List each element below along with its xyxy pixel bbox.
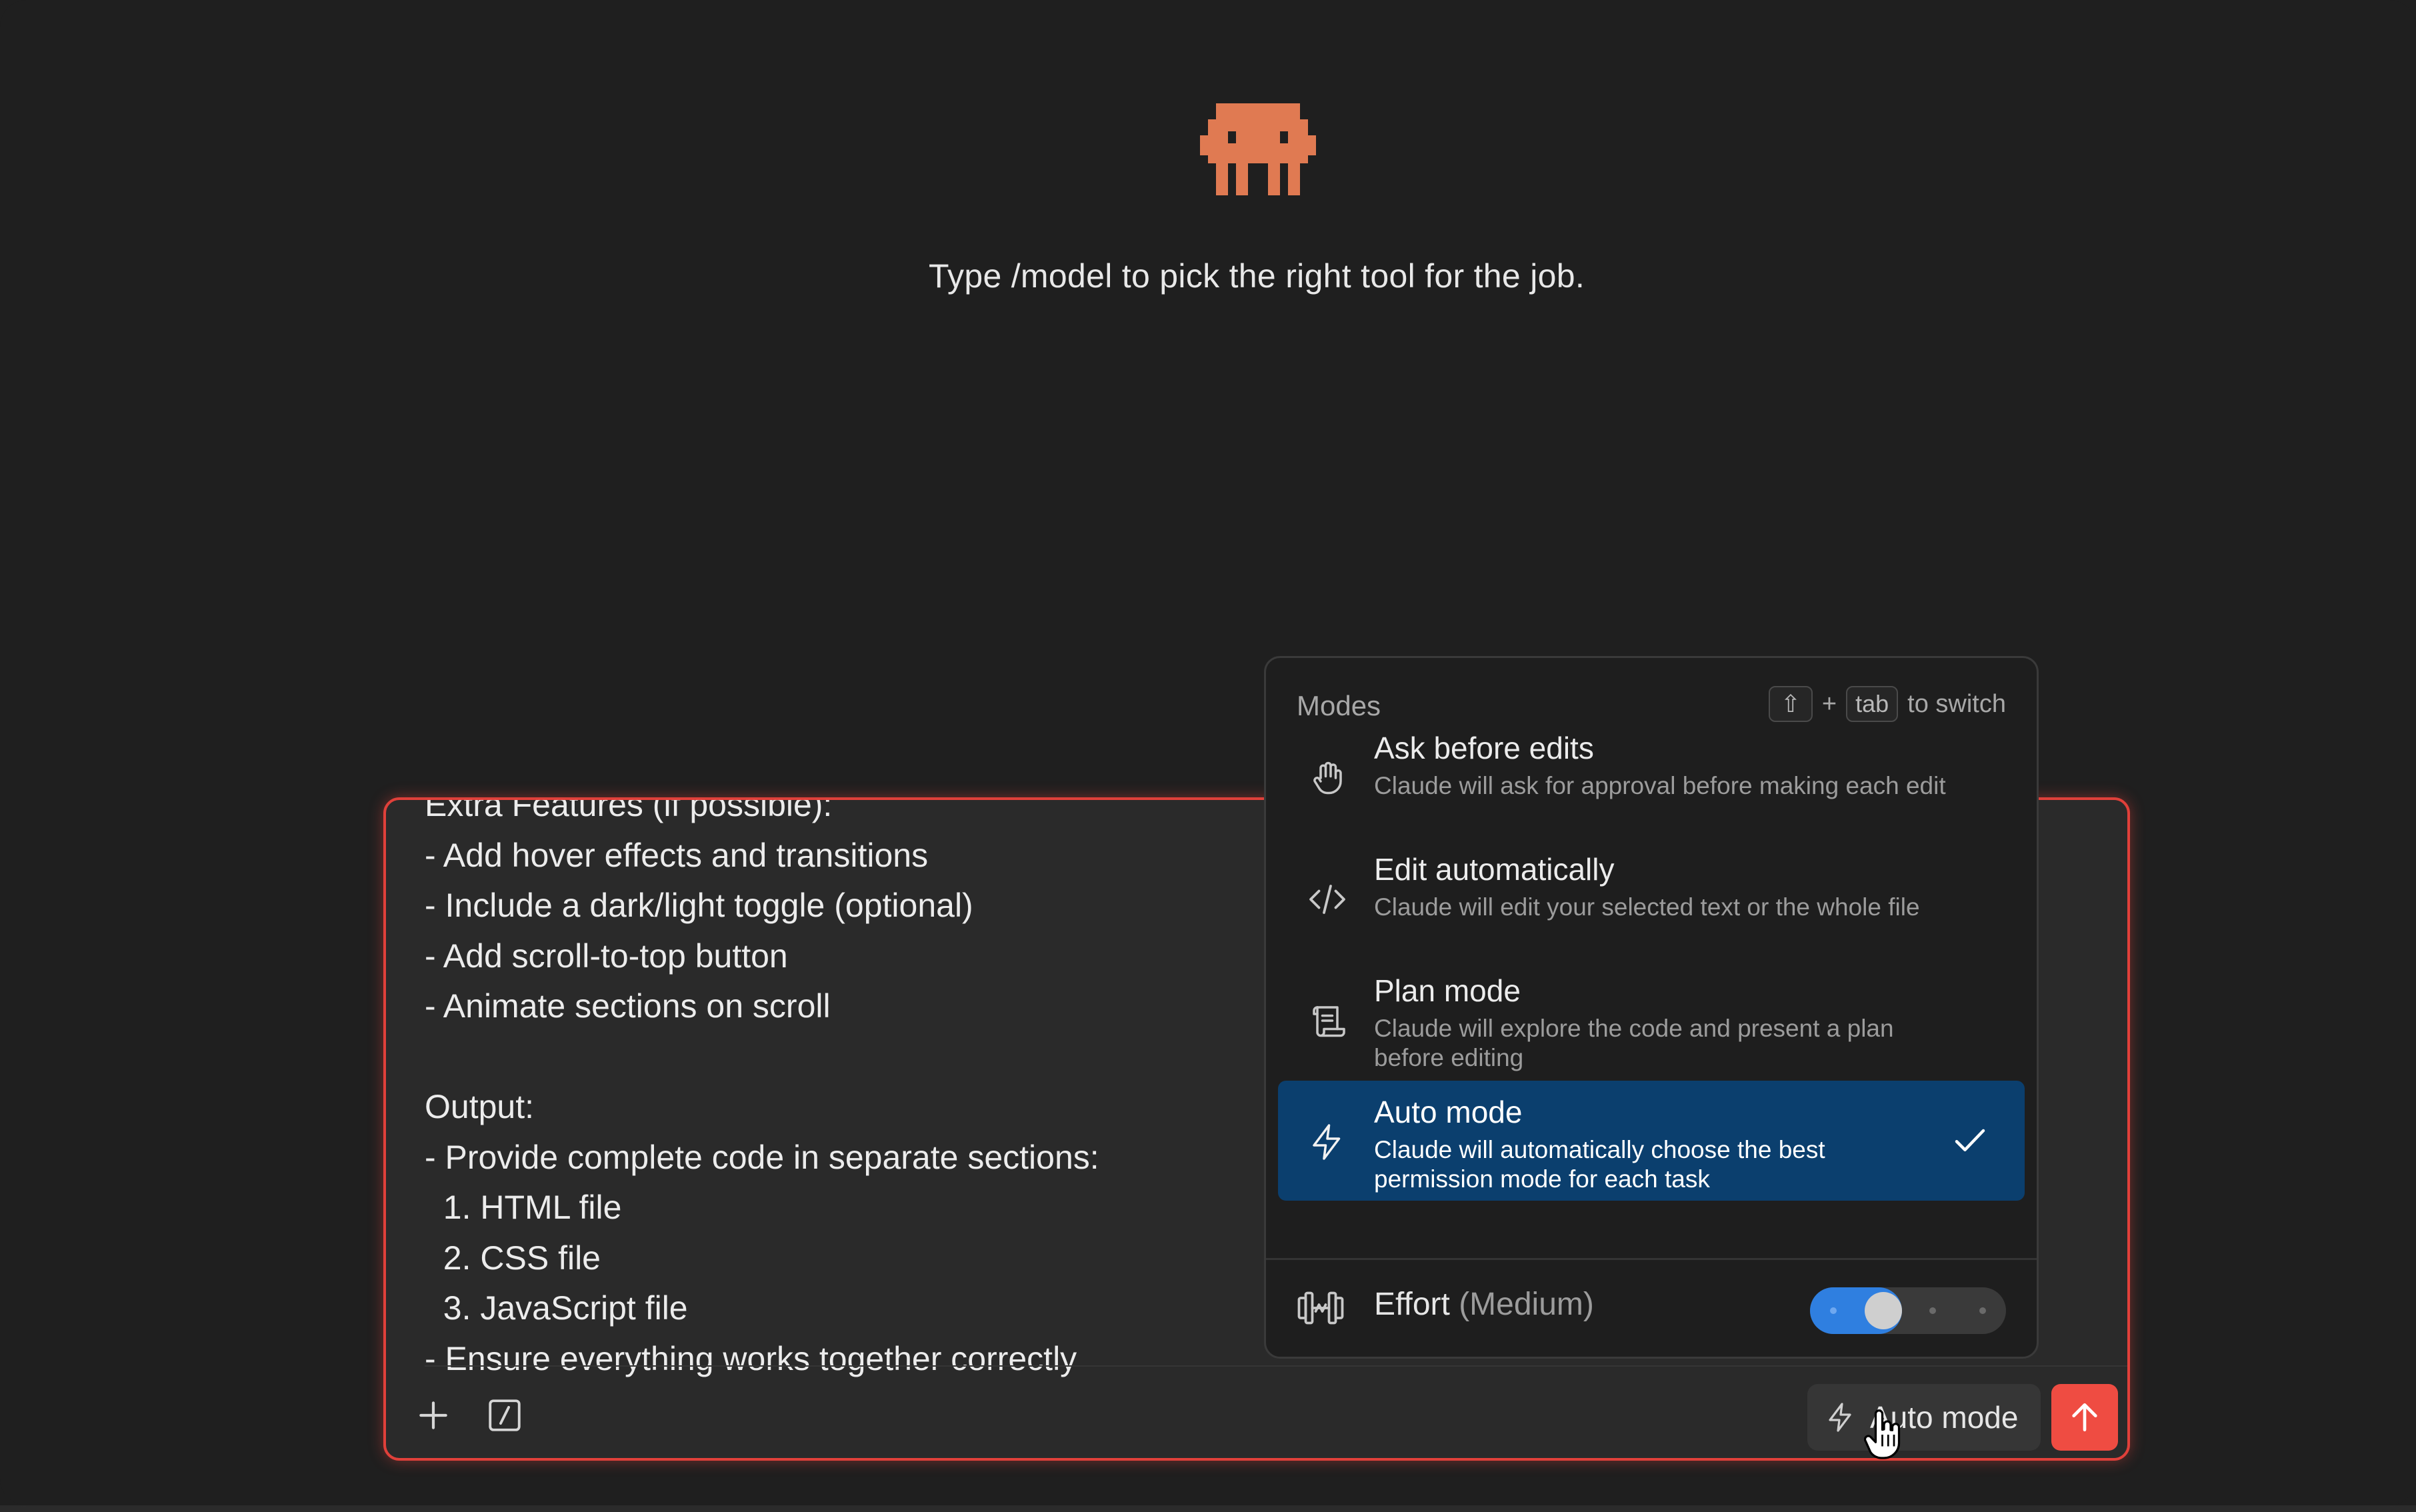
slash-command-button[interactable] xyxy=(478,1389,531,1442)
mode-description: Claude will ask for approval before maki… xyxy=(1374,772,1946,799)
modes-divider xyxy=(1266,1258,2037,1260)
effort-step-dot[interactable] xyxy=(1830,1307,1837,1314)
mode-description: Claude will automatically choose the bes… xyxy=(1374,1136,1825,1193)
code-icon xyxy=(1309,885,1345,914)
plus-icon xyxy=(419,1401,447,1429)
effort-step-dot[interactable] xyxy=(1929,1307,1937,1314)
window-bottom-edge xyxy=(0,1505,2416,1512)
add-attachment-button[interactable] xyxy=(407,1389,460,1442)
model-tip: Type /model to pick the right tool for t… xyxy=(928,257,1585,295)
effort-step-dot[interactable] xyxy=(1979,1307,1986,1314)
arrow-up-icon xyxy=(2072,1403,2097,1431)
mode-name: Plan mode xyxy=(1374,973,1521,1008)
effort-slider[interactable] xyxy=(1810,1287,2006,1334)
modes-popover: Modes ⇧ + tab to switch Ask before edits… xyxy=(1264,656,2039,1359)
dumbbell-icon xyxy=(1297,1291,1344,1325)
hint-suffix: to switch xyxy=(1907,689,2006,718)
effort-slider-knob[interactable] xyxy=(1864,1292,1902,1329)
mode-name: Edit automatically xyxy=(1374,852,1615,887)
mode-item-plan-mode[interactable]: Plan mode Claude will explore the code a… xyxy=(1278,959,2025,1079)
mode-name: Ask before edits xyxy=(1374,731,1594,765)
send-button[interactable] xyxy=(2051,1384,2118,1451)
mode-selector-button[interactable]: Auto mode xyxy=(1807,1384,2041,1451)
mode-item-ask-before-edits[interactable]: Ask before edits Claude will ask for app… xyxy=(1278,717,2025,837)
effort-title: Effort xyxy=(1374,1287,1450,1322)
bolt-icon xyxy=(1825,1401,1857,1433)
hand-icon xyxy=(1313,761,1342,795)
scroll-icon xyxy=(1313,1006,1345,1037)
effort-level: (Medium) xyxy=(1459,1287,1594,1322)
hand-cursor-icon xyxy=(1864,1409,1901,1459)
mode-item-auto-mode[interactable]: Auto mode Claude will automatically choo… xyxy=(1278,1081,2025,1201)
mode-item-edit-automatically[interactable]: Edit automatically Claude will edit your… xyxy=(1278,838,2025,958)
bolt-icon xyxy=(1313,1124,1341,1160)
mode-name: Auto mode xyxy=(1374,1095,1523,1129)
effort-label: Effort (Medium) xyxy=(1374,1286,1594,1323)
hint-plus: + xyxy=(1821,689,1837,718)
checkmark-icon xyxy=(1955,1129,1985,1151)
slash-command-icon xyxy=(489,1399,521,1431)
mode-description: Claude will explore the code and present… xyxy=(1374,1015,1894,1071)
mode-description: Claude will edit your selected text or t… xyxy=(1374,893,1920,921)
mascot-logo xyxy=(1200,103,1316,195)
app-window: Type /model to pick the right tool for t… xyxy=(0,0,2416,1505)
